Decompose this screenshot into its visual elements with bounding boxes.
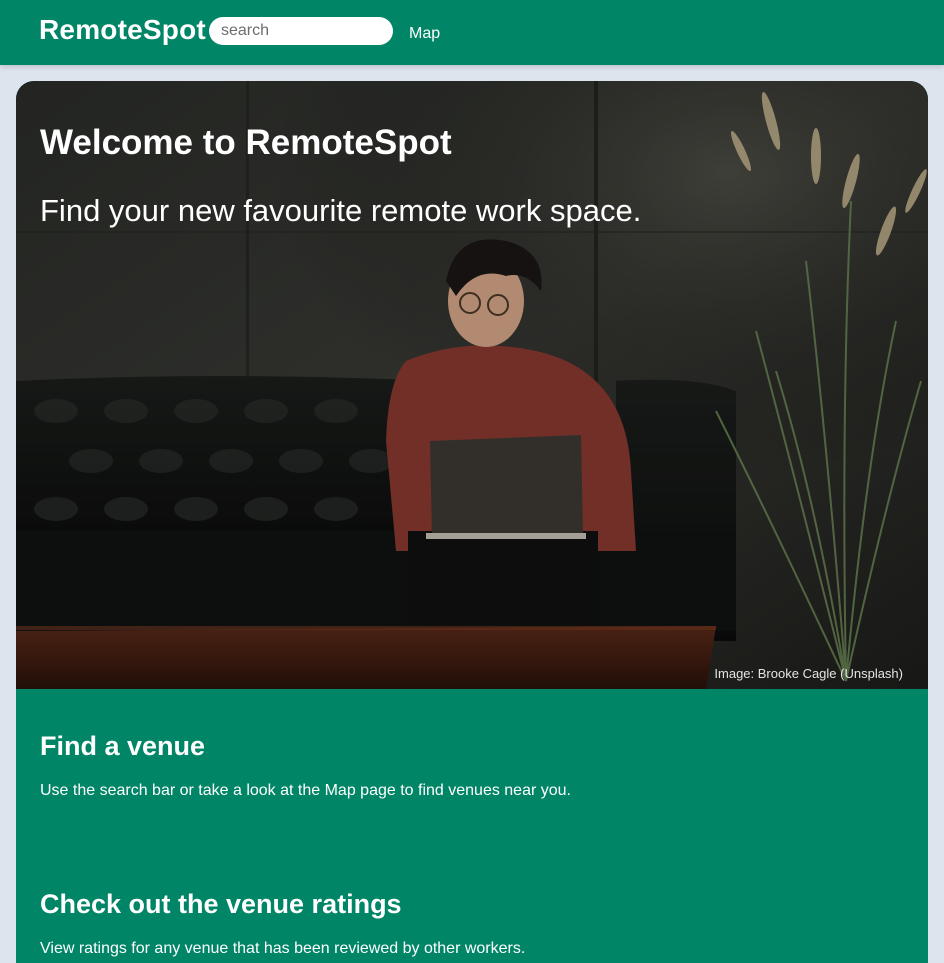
hero-image — [16, 81, 928, 689]
content-card: Welcome to RemoteSpot Find your new favo… — [16, 81, 928, 963]
image-credit: Image: Brooke Cagle (Unsplash) — [714, 666, 903, 681]
hero-title: Welcome to RemoteSpot — [40, 123, 452, 162]
venue-ratings-section: Check out the venue ratings View ratings… — [40, 889, 525, 958]
find-venue-section: Find a venue Use the search bar or take … — [40, 731, 571, 800]
section-text: View ratings for any venue that has been… — [40, 940, 526, 957]
hero-subtitle: Find your new favourite remote work spac… — [40, 193, 642, 228]
section-text: Use the search bar or take a look at the… — [40, 782, 571, 799]
nav-link-map[interactable]: Map — [409, 25, 440, 43]
navbar: RemoteSpot Map — [0, 0, 944, 65]
section-heading: Check out the venue ratings — [40, 889, 402, 919]
section-heading: Find a venue — [40, 731, 206, 761]
hero-banner: Welcome to RemoteSpot Find your new favo… — [16, 81, 928, 689]
brand-logo[interactable]: RemoteSpot — [39, 14, 206, 46]
search-input[interactable] — [209, 17, 393, 45]
